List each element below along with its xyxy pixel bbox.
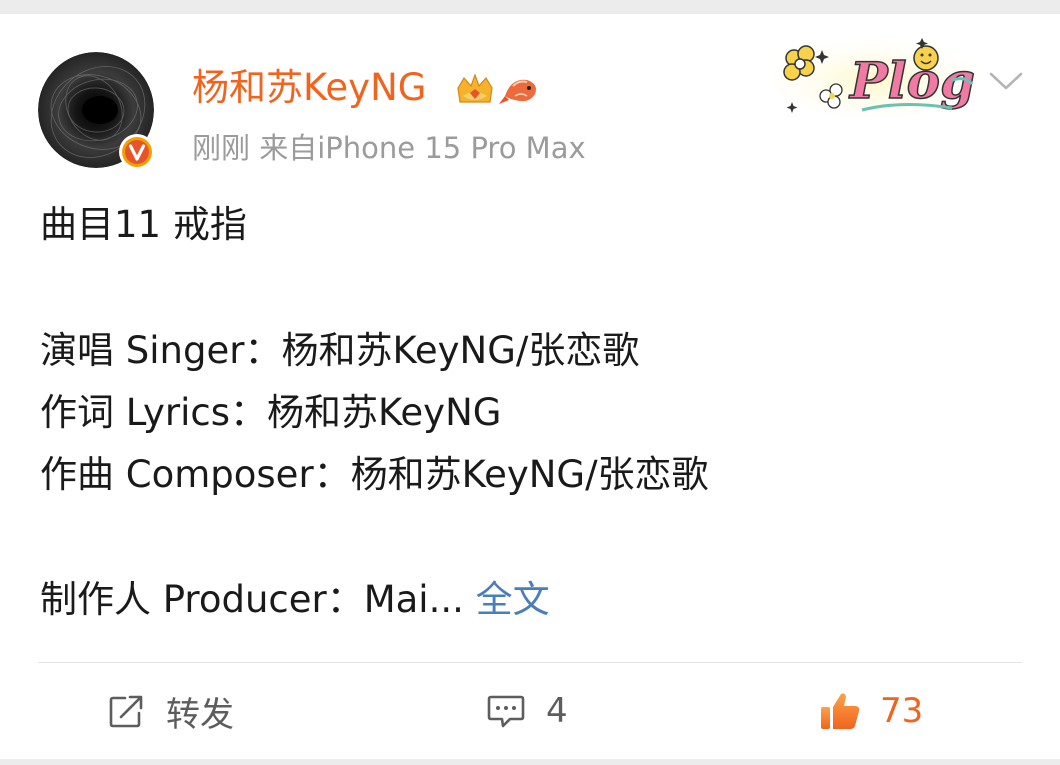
comment-button[interactable]: 4: [486, 682, 568, 740]
post-line-singer: 演唱 Singer：杨和苏KeyNG/张恋歌: [40, 329, 640, 372]
like-icon: [821, 693, 860, 729]
verified-badge-icon: [118, 133, 156, 171]
plog-sticker-icon[interactable]: Plog: [762, 20, 982, 120]
full-text-link[interactable]: 全文: [476, 578, 550, 621]
crown-icon: [457, 73, 493, 103]
post-line-lyrics: 作词 Lyrics：杨和苏KeyNG: [40, 391, 502, 434]
repost-button[interactable]: 转发: [108, 682, 234, 740]
repost-icon: [109, 695, 143, 728]
comment-icon: [487, 695, 525, 728]
post-card: 杨和苏KeyNG 刚刚 来自iPhone 15 Pro Max Plog 曲目1…: [0, 14, 1060, 759]
like-button[interactable]: 73: [818, 682, 923, 740]
koi-fish-icon: [499, 79, 536, 104]
comment-count: 4: [546, 691, 568, 731]
post-line-producer: 制作人 Producer：Mai... 全文: [40, 577, 550, 623]
divider: [38, 662, 1022, 663]
name-badges: [455, 66, 545, 112]
producer-text: 制作人 Producer：Mai...: [40, 578, 464, 621]
like-count: 73: [880, 691, 924, 731]
post-meta: 刚刚 来自iPhone 15 Pro Max: [192, 131, 586, 165]
chevron-down-icon[interactable]: [988, 68, 1024, 94]
repost-label: 转发: [166, 694, 234, 735]
post-line-composer: 作曲 Composer：杨和苏KeyNG/张恋歌: [40, 453, 709, 496]
post-line-title: 曲目11 戒指: [40, 203, 247, 246]
user-name[interactable]: 杨和苏KeyNG: [192, 66, 426, 110]
text-fade: [612, 592, 732, 652]
